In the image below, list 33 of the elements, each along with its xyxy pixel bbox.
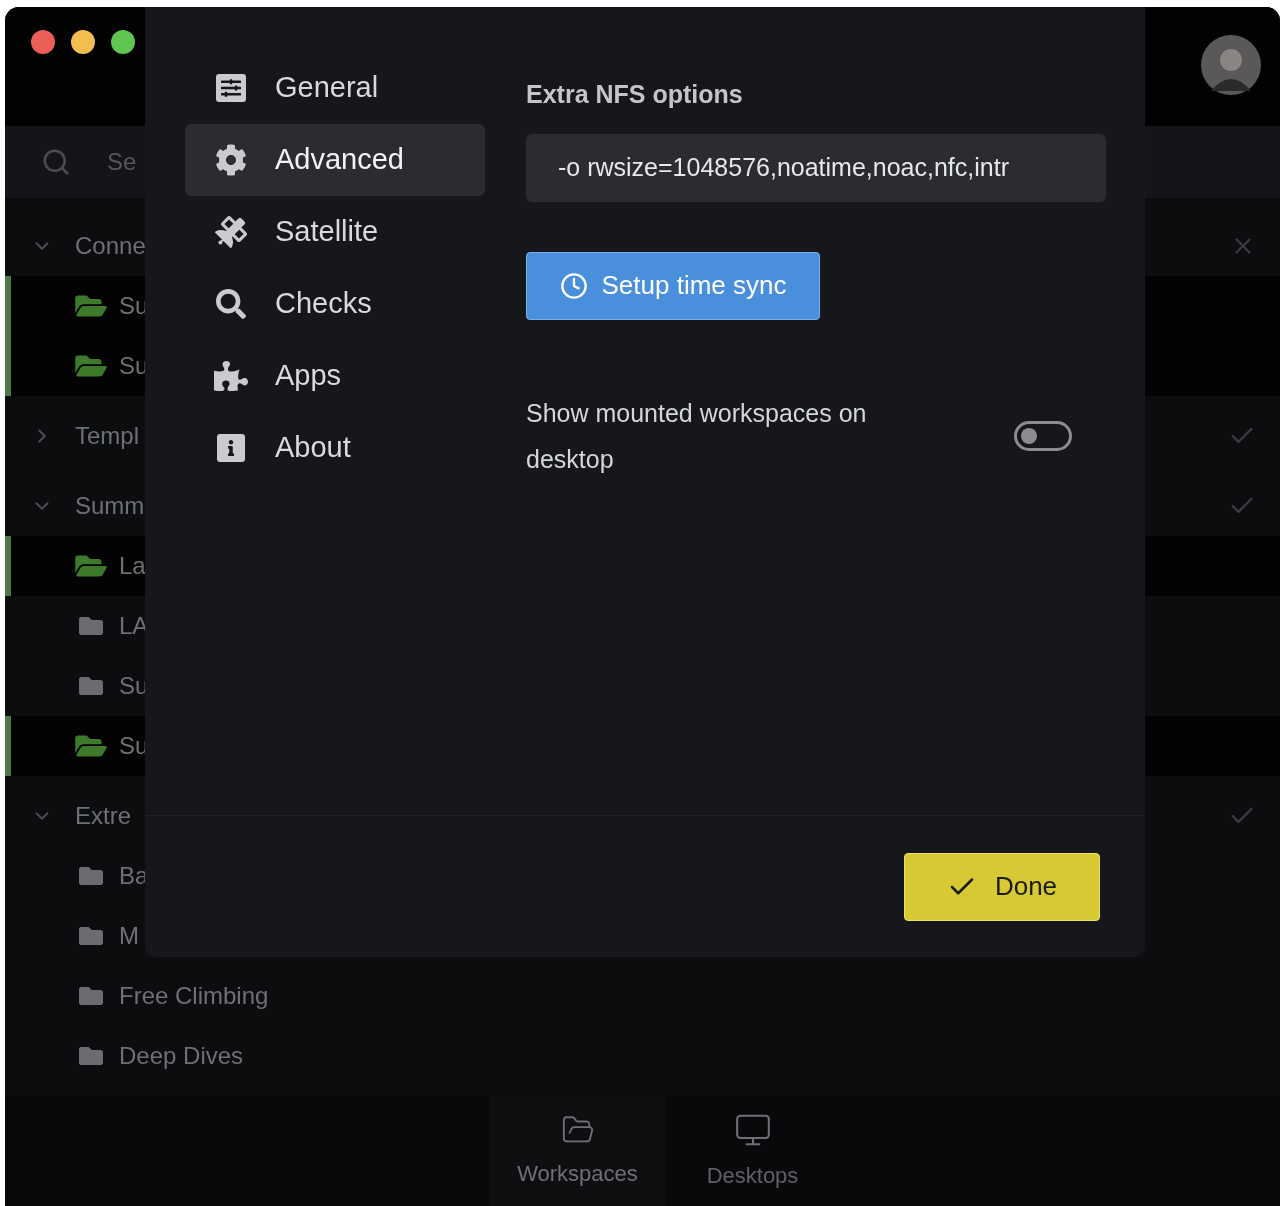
clock-icon bbox=[559, 271, 588, 300]
toggle-switch[interactable] bbox=[1014, 420, 1072, 451]
group-label: Summ bbox=[75, 491, 145, 522]
settings-tab[interactable]: Checks bbox=[185, 268, 485, 340]
bottom-tab[interactable]: Workspaces bbox=[490, 1096, 665, 1206]
sliders-icon bbox=[216, 74, 246, 102]
search-icon bbox=[41, 147, 71, 178]
window-control[interactable] bbox=[71, 30, 95, 54]
done-button[interactable]: Done bbox=[904, 852, 1100, 921]
settings-tab[interactable]: About bbox=[185, 412, 485, 484]
settings-tab[interactable]: Apps bbox=[185, 340, 485, 412]
settings-tab[interactable]: Advanced bbox=[185, 124, 485, 196]
avatar[interactable] bbox=[1201, 35, 1261, 95]
folder-label: La bbox=[119, 551, 146, 582]
field-label: Extra NFS options bbox=[526, 79, 744, 110]
folder-label: Free Climbing bbox=[119, 981, 269, 1012]
satellite-icon bbox=[215, 216, 247, 248]
folder-label: M bbox=[119, 921, 139, 952]
window-control[interactable] bbox=[31, 30, 55, 54]
nfs-options-field[interactable]: -o rwsize=1048576,noatime,noac,nfc,intr bbox=[526, 133, 1106, 202]
info-icon bbox=[217, 434, 245, 462]
settings-tab[interactable]: Satellite bbox=[185, 196, 485, 268]
folder-label: Deep Dives bbox=[119, 1041, 244, 1072]
settings-icon bbox=[215, 144, 247, 176]
puzzle-icon bbox=[214, 359, 248, 393]
window-control[interactable] bbox=[111, 30, 135, 54]
group-label: Conne bbox=[75, 231, 146, 262]
group-label: Templ bbox=[75, 421, 140, 452]
search-placeholder: Se bbox=[107, 147, 137, 178]
toggle-label: Show mounted workspaces on desktop bbox=[526, 397, 868, 475]
group-label: Extre bbox=[75, 801, 131, 832]
search-icon bbox=[216, 289, 246, 319]
settings-tab[interactable]: General bbox=[185, 52, 485, 124]
